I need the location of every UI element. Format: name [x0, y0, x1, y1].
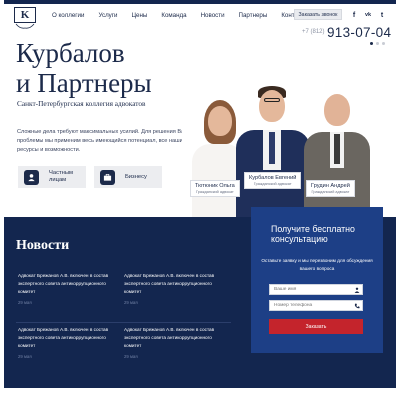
callback-button[interactable]: Заказать звонок: [294, 9, 342, 20]
page: K О коллегии Услуги Цены Команда Новости…: [4, 0, 396, 400]
nav-item-about[interactable]: О коллегии: [52, 12, 84, 19]
news-item-text: Адвокат Брежанов А.В. включен в состав э…: [18, 273, 109, 294]
slider-dots: [370, 42, 385, 45]
news-item-text: Адвокат Брежанов А.В. включен в состав э…: [18, 327, 109, 348]
phone-icon: [354, 303, 360, 309]
news-item[interactable]: Адвокат Брежанов А.В. включен в состав э…: [18, 272, 118, 305]
team-member-card[interactable]: Грудин Андрей Гражданский адвокат: [306, 180, 355, 197]
private-clients-label: Частным лицам: [49, 170, 73, 183]
private-clients-button[interactable]: Частным лицам: [18, 166, 86, 188]
business-button[interactable]: Бизнесу: [94, 166, 162, 188]
news-item-date: 29 мая: [18, 354, 32, 359]
hero-title-line2: и Партнеры: [16, 68, 152, 98]
news-item[interactable]: Адвокат Брежанов А.В. включен в состав э…: [124, 272, 224, 305]
team-member-name: Тютюник Ольга: [195, 183, 235, 189]
footer-strip: [4, 388, 396, 400]
submit-button[interactable]: Заказать: [269, 319, 363, 334]
hero-description: Сложные дела требуют максимальных усилий…: [17, 129, 195, 153]
phone-prefix: +7 (812): [302, 29, 325, 35]
team-member-photo: [298, 92, 374, 220]
nav-item-team[interactable]: Команда: [161, 12, 186, 19]
team-member-role: Гражданский адвокат: [311, 190, 350, 194]
nav-item-partners[interactable]: Партнеры: [239, 12, 268, 19]
logo[interactable]: K: [14, 7, 36, 23]
name-input[interactable]: [269, 284, 363, 295]
person-icon: [354, 287, 360, 293]
phone-input[interactable]: [269, 300, 363, 311]
team-member-card[interactable]: Курбалов Евгений Гражданский адвокат: [244, 172, 302, 189]
news-title: Новости: [16, 238, 70, 253]
consultation-text: Оставьте заявку и мы перезвоним для обсу…: [261, 258, 373, 271]
facebook-icon[interactable]: f: [349, 10, 359, 20]
slider-dot[interactable]: [382, 42, 385, 45]
logo-letter: K: [20, 9, 30, 21]
laurel-icon: [15, 23, 35, 29]
slider-dot[interactable]: [376, 42, 379, 45]
news-item-date: 29 мая: [18, 300, 32, 305]
consultation-form: Получите бесплатно консультацию Оставьте…: [251, 207, 383, 353]
main-nav: О коллегии Услуги Цены Команда Новости П…: [52, 12, 322, 19]
nav-item-prices[interactable]: Цены: [131, 12, 147, 19]
news-item-text: Адвокат Брежанов А.В. включен в состав э…: [124, 273, 215, 294]
consultation-title: Получите бесплатно консультацию: [271, 224, 355, 244]
news-divider: [16, 322, 231, 323]
business-label: Бизнесу: [125, 173, 147, 180]
team-member-name: Курбалов Евгений: [249, 175, 297, 181]
team-photo: [182, 80, 396, 224]
person-icon: [24, 169, 39, 185]
news-item[interactable]: Адвокат Брежанов А.В. включен в состав э…: [18, 326, 118, 359]
nav-item-services[interactable]: Услуги: [98, 12, 117, 19]
team-member-card[interactable]: Тютюник Ольга Гражданский адвокат: [190, 180, 240, 197]
team-member-role: Гражданский адвокат: [253, 182, 292, 186]
slider-dot-active[interactable]: [370, 42, 373, 45]
news-item-text: Адвокат Брежанов А.В. включен в состав э…: [124, 327, 215, 348]
twitter-icon[interactable]: t: [377, 10, 387, 20]
news-item-date: 29 мая: [124, 354, 138, 359]
top-accent-bar: [4, 0, 396, 4]
news-item-date: 29 мая: [124, 300, 138, 305]
team-member-role: Гражданский адвокат: [195, 190, 234, 194]
phone-number[interactable]: 913-07-04: [327, 25, 391, 40]
vk-icon[interactable]: vk: [363, 10, 373, 20]
hero-subtitle: Санкт-Петербургская коллегия адвокатов: [17, 99, 146, 108]
briefcase-icon: [100, 169, 115, 185]
hero-title-line1: Курбалов: [16, 38, 125, 68]
hero-title: Курбалов и Партнеры: [16, 38, 152, 98]
team-member-name: Грудин Андрей: [311, 183, 350, 189]
nav-item-news[interactable]: Новости: [201, 12, 225, 19]
news-item[interactable]: Адвокат Брежанов А.В. включен в состав э…: [124, 326, 224, 359]
